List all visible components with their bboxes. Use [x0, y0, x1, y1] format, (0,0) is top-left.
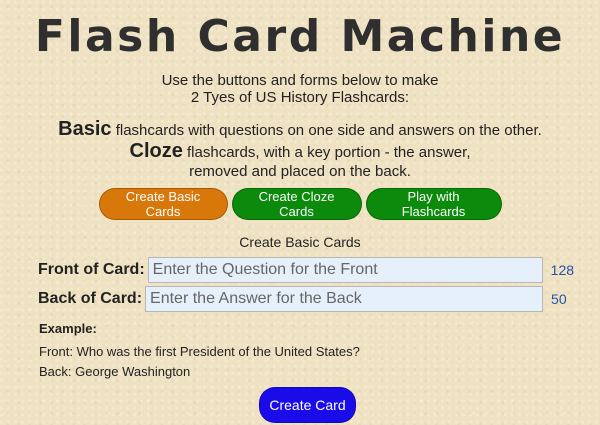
basic-description: Basic flashcards with questions on one s… [0, 119, 600, 141]
cloze-type-desc-line2: removed and placed on the back. [189, 163, 411, 180]
basic-type-label: Basic [58, 118, 112, 140]
create-basic-cards-button[interactable]: Create Basic Cards [98, 188, 228, 220]
back-of-card-label: Back of Card: [38, 290, 143, 307]
create-cloze-cards-button[interactable]: Create Cloze Cards [231, 188, 362, 220]
back-char-counter: 50 [551, 291, 567, 307]
back-of-card-row: Back of Card: 50 [38, 285, 567, 313]
page-title: Flash Card Machine [34, 11, 566, 62]
cloze-description: Cloze flashcards, with a key portion - t… [0, 141, 600, 163]
nav-button-row: Create Basic Cards Create Cloze Cards Pl… [0, 188, 600, 220]
intro-text: Use the buttons and forms below to make … [0, 72, 600, 106]
cloze-type-desc: flashcards, with a key portion - the ans… [182, 144, 471, 161]
cloze-type-label: Cloze [129, 140, 183, 162]
create-card-button[interactable]: Create Card [259, 387, 356, 423]
front-of-card-input[interactable] [147, 257, 543, 283]
front-of-card-label: Front of Card: [38, 261, 145, 278]
play-flashcards-button[interactable]: Play with Flashcards [365, 188, 502, 220]
basic-type-desc: flashcards with questions on one side an… [111, 122, 542, 139]
example-heading: Example: [39, 321, 97, 336]
front-of-card-row: Front of Card: 128 [38, 256, 574, 284]
example-back: Back: George Washington [39, 364, 191, 379]
card-types-description: Basic flashcards with questions on one s… [0, 119, 600, 181]
example-front: Front: Who was the first President of th… [39, 344, 360, 359]
intro-line-2: 2 Tyes of US History Flashcards: [190, 89, 410, 106]
form-section-title: Create Basic Cards [239, 234, 361, 250]
back-of-card-input[interactable] [145, 286, 544, 312]
front-char-counter: 128 [550, 262, 575, 278]
intro-line-1: Use the buttons and forms below to make [161, 72, 439, 89]
